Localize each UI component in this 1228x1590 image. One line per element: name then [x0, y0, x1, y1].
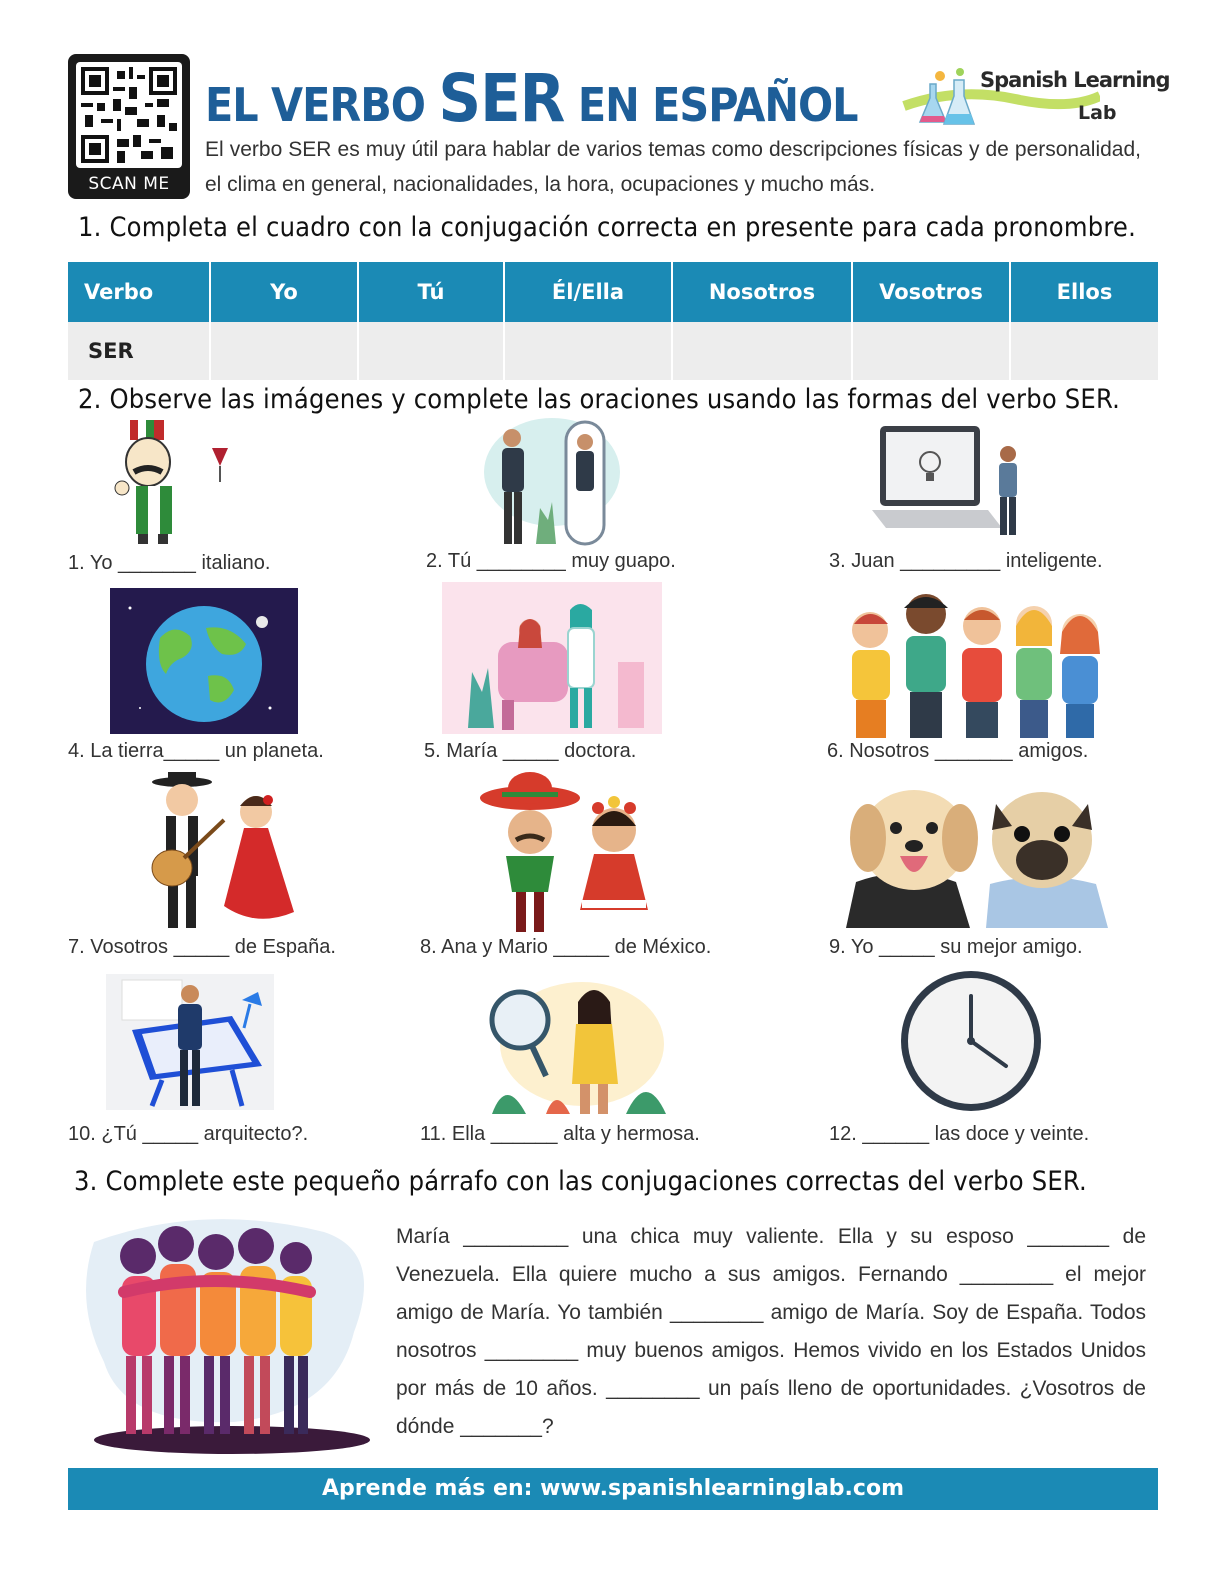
- exercise-caption: 12. ______ las doce y veinte.: [829, 1123, 1090, 1145]
- mexican-couple-icon: [480, 772, 648, 932]
- title-part-1: EL VERBO: [205, 78, 439, 132]
- exercise-caption: 7. Vosotros _____ de España.: [68, 936, 336, 958]
- exercise-caption: 1. Yo _______ italiano.: [68, 552, 271, 574]
- column-header: Él/Ella: [504, 262, 673, 322]
- conjugation-table: Verbo Yo Tú Él/Ella Nosotros Vosotros El…: [68, 262, 1158, 380]
- exercise-caption: 4. La tierra_____ un planeta.: [68, 740, 324, 762]
- logo-line-2: Lab: [1078, 102, 1117, 124]
- answer-cell[interactable]: [1010, 322, 1158, 380]
- table-header-row: Verbo Yo Tú Él/Ella Nosotros Vosotros El…: [68, 262, 1158, 322]
- answer-cell[interactable]: [358, 322, 505, 380]
- exercise-caption: 3. Juan _________ inteligente.: [829, 550, 1103, 572]
- friends-group-icon: [852, 594, 1100, 738]
- page-title: EL VERBO SER EN ESPAÑOL: [205, 60, 859, 138]
- answer-cell[interactable]: [210, 322, 359, 380]
- exercise-caption: 5. María _____ doctora.: [424, 740, 637, 762]
- answer-cell[interactable]: [504, 322, 673, 380]
- italian-waiter-icon: [114, 420, 228, 544]
- section-1-title: 1. Completa el cuadro con la conjugación…: [78, 212, 1136, 243]
- column-header: Verbo: [68, 262, 211, 322]
- exercise-caption: 2. Tú ________ muy guapo.: [426, 550, 676, 572]
- friends-hugging-icon: [86, 1219, 370, 1454]
- spanish-couple-icon: [151, 772, 294, 928]
- table-row: SER: [68, 322, 1158, 380]
- column-header: Yo: [210, 262, 359, 322]
- exercise-caption: 6. Nosotros _______ amigos.: [827, 740, 1089, 762]
- exercise-caption: 10. ¿Tú _____ arquitecto?.: [68, 1123, 309, 1145]
- man-mirror-icon: [484, 418, 620, 546]
- doctor-icon: [442, 582, 662, 734]
- row-label: SER: [68, 322, 211, 380]
- intro-text: El verbo SER es muy útil para hablar de …: [205, 138, 1141, 196]
- exercise-caption: 8. Ana y Mario _____ de México.: [420, 936, 712, 958]
- answer-cell[interactable]: [852, 322, 1011, 380]
- title-part-2: EN ESPAÑOL: [564, 78, 859, 132]
- column-header: Vosotros: [852, 262, 1011, 322]
- section-3-title: 3. Complete este pequeño párrafo con las…: [74, 1166, 1087, 1197]
- qr-code-block: SCAN ME: [68, 54, 190, 199]
- spanish-learning-lab-logo: Spanish Learning Lab: [900, 66, 1171, 132]
- exercise-caption: 9. Yo _____ su mejor amigo.: [829, 936, 1083, 958]
- architect-icon: [106, 974, 274, 1110]
- fill-in-paragraph: María _________ una chica muy valiente. …: [396, 1225, 1146, 1438]
- answer-cell[interactable]: [672, 322, 853, 380]
- logo-line-1: Spanish Learning: [980, 68, 1171, 92]
- dogs-icon: [846, 790, 1108, 928]
- section-2-title: 2. Observe las imágenes y complete las o…: [78, 384, 1120, 415]
- laptop-idea-icon: [872, 426, 1017, 535]
- column-header: Ellos: [1010, 262, 1158, 322]
- woman-magnifier-icon: [489, 982, 666, 1114]
- column-header: Nosotros: [672, 262, 853, 322]
- qr-code-icon: [76, 62, 182, 168]
- earth-icon: [110, 588, 298, 734]
- clock-icon: [901, 971, 1041, 1111]
- exercise-caption: 11. Ella ______ alta y hermosa.: [420, 1123, 700, 1145]
- scan-me-label: SCAN ME: [88, 174, 170, 194]
- column-header: Tú: [358, 262, 505, 322]
- footer-banner[interactable]: Aprende más en: www.spanishlearninglab.c…: [68, 1468, 1158, 1510]
- title-ser: SER: [438, 60, 565, 137]
